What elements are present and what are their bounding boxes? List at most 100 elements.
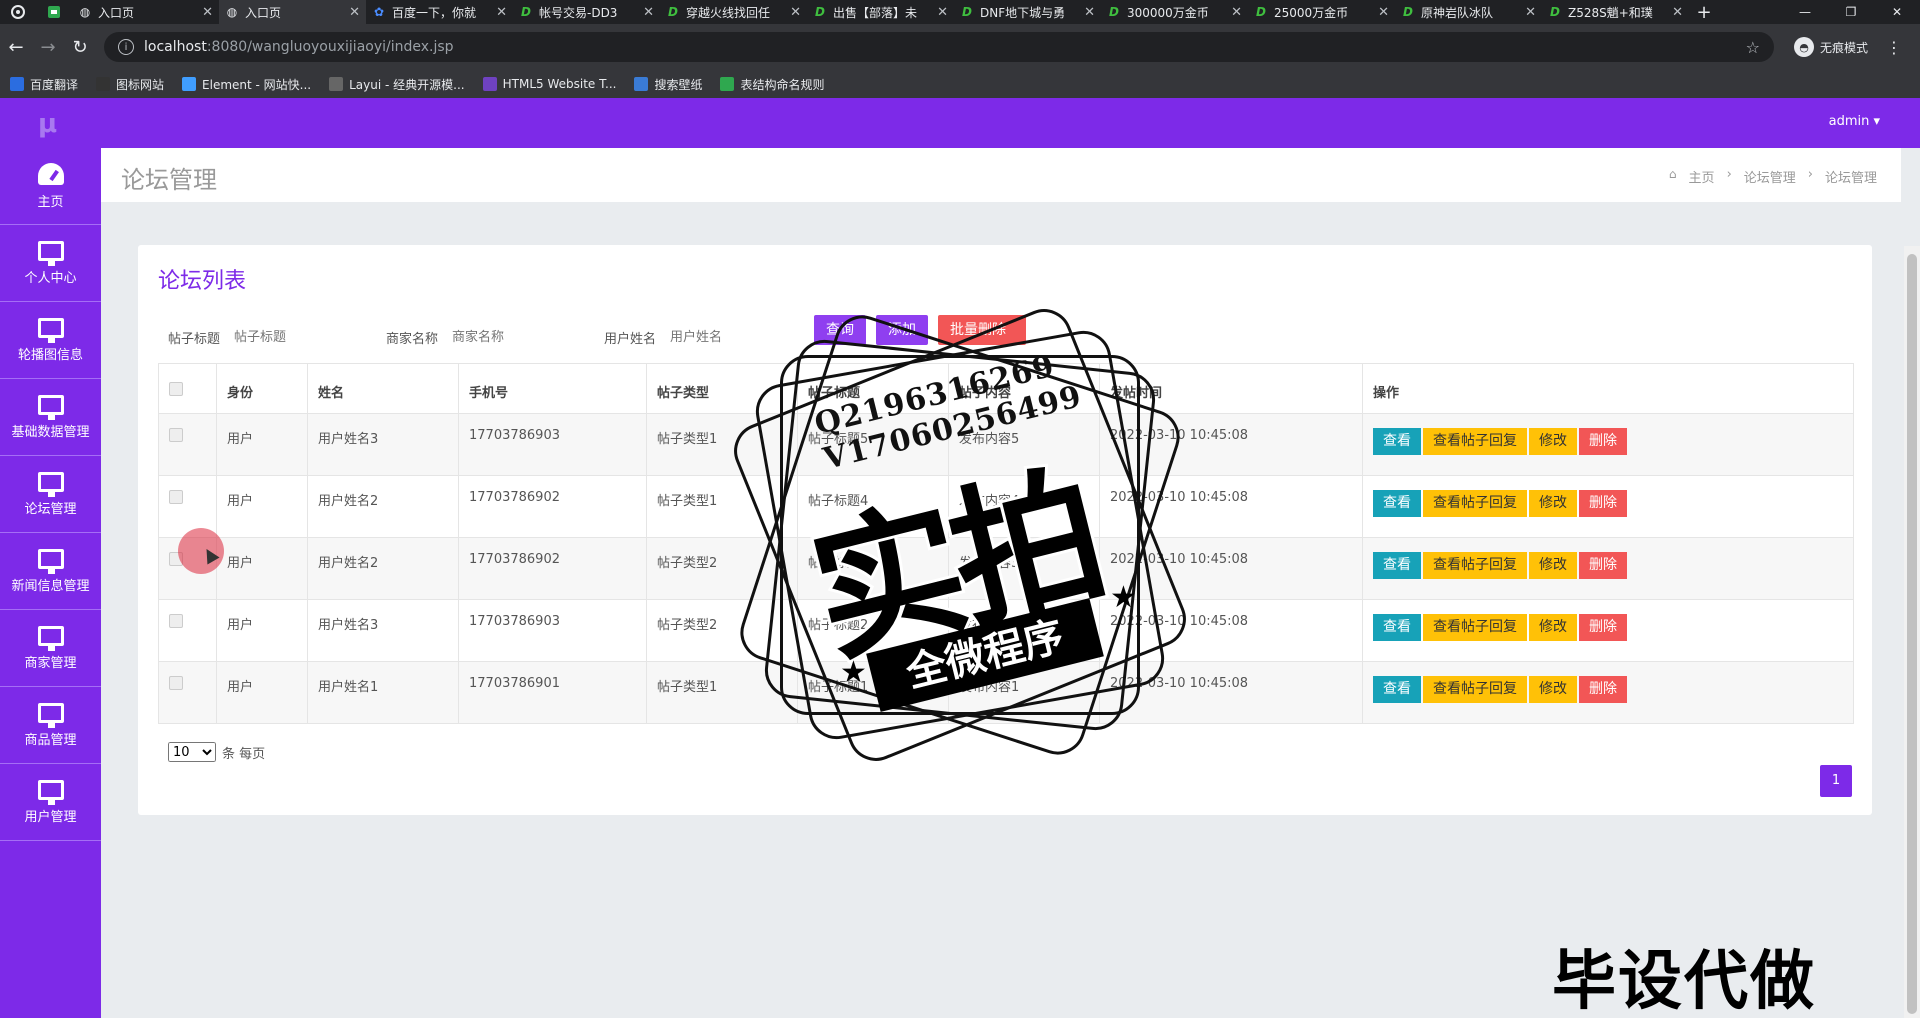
browser-tab[interactable]: D 穿越火线找回任 ✕ [660,0,807,24]
page-size-control: 10 条 每页 [168,742,265,762]
monitor-icon [37,548,64,574]
sidebar-item[interactable]: 商家管理 [0,610,101,687]
url-input[interactable]: i localhost:8080/wangluoyouxijiaoyi/inde… [104,32,1774,62]
user-menu[interactable]: admin ▾ [1829,114,1880,129]
edit-button[interactable]: 修改 [1529,428,1577,455]
col-name: 姓名 [307,363,459,414]
delete-button[interactable]: 删除 [1579,428,1627,455]
browser-tab[interactable]: D 出售【部落】未 ✕ [807,0,954,24]
chrome-menu-icon[interactable] [0,0,36,24]
sidebar-item[interactable]: 新闻信息管理 [0,533,101,610]
browser-tab[interactable]: ◍ 入口页 ✕ [72,0,219,24]
sidebar-item[interactable]: 主页 [0,148,101,225]
bookmark-item[interactable]: 搜索壁纸 [634,76,702,93]
delete-button[interactable]: 删除 [1579,490,1627,517]
tab-title: 25000万金币 [1274,5,1349,20]
tab-title: 入口页 [98,5,135,20]
view-replies-button[interactable]: 查看帖子回复 [1423,614,1527,641]
bookmark-item[interactable]: 图标网站 [96,76,164,93]
d-icon: D [668,5,678,19]
row-checkbox[interactable] [169,428,183,442]
row-checkbox[interactable] [169,676,183,690]
close-tab-icon[interactable]: ✕ [1525,5,1536,20]
browser-tab[interactable]: D Z528S魈+和璞 ✕ [1542,0,1689,24]
close-tab-icon[interactable]: ✕ [202,5,213,20]
bookmark-star-icon[interactable]: ☆ [1746,38,1760,57]
browser-tab[interactable]: D 帐号交易-DD3 ✕ [513,0,660,24]
browser-tab[interactable]: D 原神岩队冰队 ✕ [1395,0,1542,24]
close-tab-icon[interactable]: ✕ [790,5,801,20]
view-replies-button[interactable]: 查看帖子回复 [1423,676,1527,703]
breadcrumb-home[interactable]: 主页 [1689,167,1715,186]
browser-tab[interactable]: D DNF地下城与勇 ✕ [954,0,1101,24]
sidebar-item[interactable]: 个人中心 [0,225,101,302]
post-title-input[interactable] [234,325,355,349]
cell-phone: 17703786903 [458,599,647,662]
view-replies-button[interactable]: 查看帖子回复 [1423,552,1527,579]
row-checkbox[interactable] [169,614,183,628]
delete-button[interactable]: 删除 [1579,614,1627,641]
pinned-tab[interactable] [36,0,72,24]
select-all-checkbox[interactable] [169,382,183,396]
sidebar-item[interactable]: 基础数据管理 [0,379,101,456]
browser-menu-icon[interactable]: ⋮ [1886,38,1902,57]
minimize-icon[interactable]: — [1782,0,1828,24]
close-tab-icon[interactable]: ✕ [349,5,360,20]
view-button[interactable]: 查看 [1373,428,1421,455]
sidebar-item[interactable]: 轮播图信息 [0,302,101,379]
post-title-label: 帖子标题 [168,331,221,347]
breadcrumb-section[interactable]: 论坛管理 [1744,167,1796,186]
merchant-input[interactable] [452,325,573,349]
edit-button[interactable]: 修改 [1529,676,1577,703]
sidebar-item[interactable]: 论坛管理 [0,456,101,533]
browser-tab[interactable]: ✿ 百度一下，你就 ✕ [366,0,513,24]
page-header: 论坛管理 ⌂ 主页 › 论坛管理 › 论坛管理 [101,148,1901,202]
incognito-indicator[interactable]: ◓ 无痕模式 [1794,37,1868,57]
close-tab-icon[interactable]: ✕ [1672,5,1683,20]
bookmark-label: 搜索壁纸 [654,77,703,92]
new-tab-button[interactable]: + [1689,2,1719,23]
view-button[interactable]: 查看 [1373,490,1421,517]
close-window-icon[interactable]: ✕ [1874,0,1920,24]
bookmark-item[interactable]: Layui - 经典开源模... [329,76,465,93]
view-replies-button[interactable]: 查看帖子回复 [1423,428,1527,455]
site-info-icon[interactable]: i [118,39,134,55]
sidebar-item[interactable]: 用户管理 [0,764,101,841]
browser-tab[interactable]: D 25000万金币 ✕ [1248,0,1395,24]
close-tab-icon[interactable]: ✕ [496,5,507,20]
bookmark-item[interactable]: Element - 网站快... [182,76,311,93]
page-title: 论坛管理 [121,166,217,194]
browser-tab[interactable]: D 300000万金币 ✕ [1101,0,1248,24]
close-tab-icon[interactable]: ✕ [643,5,654,20]
sidebar-item-label: 新闻信息管理 [11,578,90,594]
edit-button[interactable]: 修改 [1529,490,1577,517]
page-size-select[interactable]: 10 [168,742,216,762]
sidebar-item[interactable]: 商品管理 [0,687,101,764]
close-tab-icon[interactable]: ✕ [1378,5,1389,20]
close-tab-icon[interactable]: ✕ [1231,5,1242,20]
restore-icon[interactable]: ❐ [1828,0,1874,24]
bookmark-item[interactable]: HTML5 Website T... [482,77,616,91]
edit-button[interactable]: 修改 [1529,552,1577,579]
row-checkbox[interactable] [169,490,183,504]
close-tab-icon[interactable]: ✕ [937,5,948,20]
scrollbar-thumb[interactable] [1907,254,1917,1014]
forward-icon[interactable]: → [32,37,64,58]
view-button[interactable]: 查看 [1373,614,1421,641]
close-tab-icon[interactable]: ✕ [1084,5,1095,20]
browser-tab[interactable]: ◍ 入口页 ✕ [219,0,366,24]
bookmark-item[interactable]: 百度翻译 [10,76,78,93]
view-replies-button[interactable]: 查看帖子回复 [1423,490,1527,517]
pagination-page-1[interactable]: 1 [1820,765,1852,797]
incognito-label: 无痕模式 [1820,40,1869,55]
page-scrollbar[interactable] [1904,246,1920,1018]
bookmark-item[interactable]: 表结构命名规则 [720,76,824,93]
reload-icon[interactable]: ↻ [64,37,96,58]
delete-button[interactable]: 删除 [1579,676,1627,703]
cell-identity: 用户 [216,599,308,662]
back-icon[interactable]: ← [0,37,32,58]
view-button[interactable]: 查看 [1373,676,1421,703]
view-button[interactable]: 查看 [1373,552,1421,579]
delete-button[interactable]: 删除 [1579,552,1627,579]
edit-button[interactable]: 修改 [1529,614,1577,641]
